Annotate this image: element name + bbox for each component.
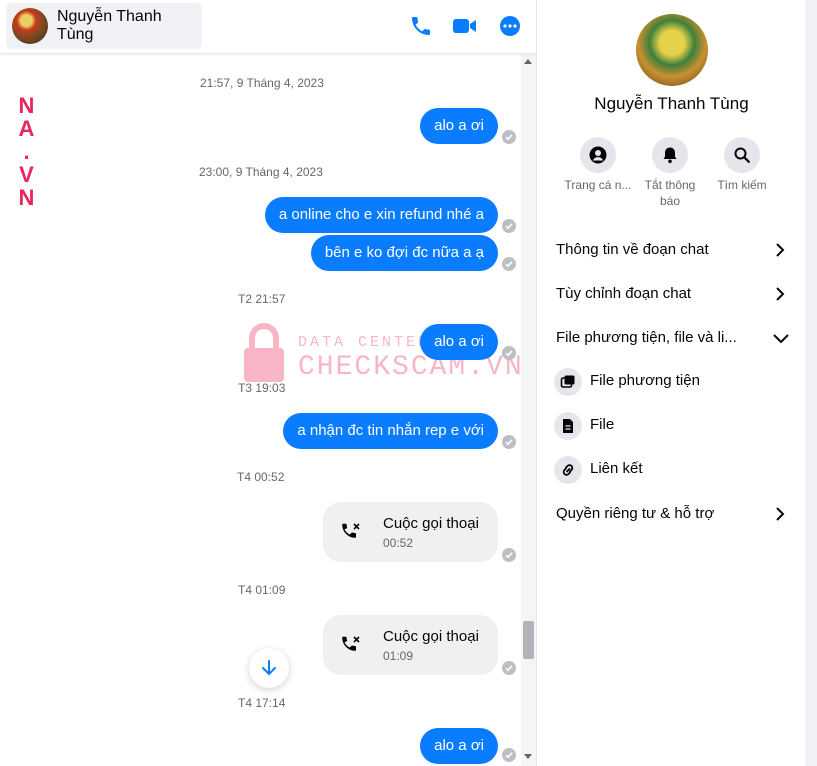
voice-call-card[interactable]: Cuộc gọi thoại 01:09 [323,615,498,675]
bell-icon [663,147,677,164]
avatar[interactable] [12,8,48,44]
section-label: Thông tin về đoạn chat [556,241,709,258]
files-item[interactable]: File [554,412,786,444]
timestamp: T4 17:14 [238,696,286,710]
section-label: File phương tiện, file và li... [556,329,737,346]
message-bubble[interactable]: a nhận đc tin nhắn rep e với [283,413,498,449]
chevron-right-icon [776,507,785,521]
timestamp: 21:57, 9 Tháng 4, 2023 [200,76,324,90]
scroll-up-arrow-icon[interactable] [524,59,532,64]
seen-check-icon [502,435,516,449]
watermark-side-text: N A . V N [18,93,36,210]
more-icon[interactable] [498,14,522,38]
seen-check-icon [502,661,516,675]
missed-call-icon [342,636,360,651]
timestamp: T2 21:57 [238,292,286,306]
bell-icon-wrap [652,137,688,173]
window-edge [805,0,817,766]
timestamp: T4 00:52 [237,470,285,484]
timestamp: T4 01:09 [238,583,286,597]
call-duration: 01:09 [383,649,414,663]
privacy-support-section[interactable]: Quyền riêng tư & hỗ trợ [556,502,788,526]
chat-info-section[interactable]: Thông tin về đoạn chat [556,238,788,262]
links-item[interactable]: Liên kết [554,456,786,488]
section-label: Quyền riêng tư & hỗ trợ [556,505,715,522]
profile-button[interactable]: Trang cá n... [562,137,634,193]
missed-call-icon [342,523,360,538]
conversation-info-panel: Nguyễn Thanh Tùng Trang cá n... Tắt thôn… [538,0,805,766]
message-bubble[interactable]: alo a ơi [420,324,498,360]
message-bubble[interactable]: bên e ko đợi đc nữa a ạ [310,235,498,271]
chat-panel: Nguyễn Thanh Tùng N A . V N DATA CENTER [0,0,537,766]
timestamp: T3 19:03 [238,381,286,395]
seen-check-icon [502,130,516,144]
chevron-right-icon [776,287,785,301]
scrollbar[interactable] [521,54,536,766]
watermark-small-text: DATA CENTER [298,334,431,351]
media-files-section[interactable]: File phương tiện, file và li... [556,326,789,350]
scroll-down-arrow-icon[interactable] [524,754,532,759]
chevron-down-icon [773,334,789,344]
message-bubble[interactable]: alo a ơi [420,108,498,144]
media-icon [554,368,582,396]
action-label: Trang cá n... [564,178,632,192]
file-icon [554,412,582,440]
links-label: Liên kết [590,460,643,477]
messenger-window: Nguyễn Thanh Tùng N A . V N DATA CENTER [0,0,817,766]
timestamp: 23:00, 9 Tháng 4, 2023 [199,165,323,179]
section-label: Tùy chỉnh đoạn chat [556,285,692,302]
message-bubble[interactable]: alo a ơi [420,728,498,764]
search-icon [734,147,750,163]
customize-chat-section[interactable]: Tùy chỉnh đoạn chat [556,282,788,306]
action-label: Tìm kiếm [717,178,767,192]
action-label: Tắt thông báo [644,178,696,208]
profile-icon-wrap [580,137,616,173]
contact-name[interactable]: Nguyễn Thanh Tùng [57,8,202,44]
media-item[interactable]: File phương tiện [554,368,786,400]
media-label: File phương tiện [590,372,700,389]
files-label: File [590,416,615,433]
seen-check-icon [502,548,516,562]
seen-check-icon [502,257,516,271]
arrow-down-icon [262,660,276,676]
call-title: Cuộc gọi thoại [383,628,479,645]
chevron-right-icon [776,243,785,257]
seen-check-icon [502,219,516,233]
contact-name: Nguyễn Thanh Tùng [594,94,749,113]
profile-icon [589,146,607,164]
message-bubble[interactable]: a online cho e xin refund nhé a [264,197,498,233]
video-icon[interactable] [452,14,478,38]
avatar[interactable] [636,14,708,86]
chat-header: Nguyễn Thanh Tùng [0,0,536,54]
link-icon [554,456,582,484]
voice-call-card[interactable]: Cuộc gọi thoại 00:52 [323,502,498,562]
scroll-to-bottom-button[interactable] [249,648,289,688]
lock-icon [244,323,284,382]
phone-icon[interactable] [409,14,433,38]
call-duration: 00:52 [383,536,414,550]
mute-button[interactable]: Tắt thông báo [634,137,706,209]
contact-chip[interactable]: Nguyễn Thanh Tùng [6,3,202,49]
search-button[interactable]: Tìm kiếm [706,137,778,193]
call-title: Cuộc gọi thoại [383,515,479,532]
search-icon-wrap [724,137,760,173]
seen-check-icon [502,748,516,762]
seen-check-icon [502,346,516,360]
scroll-thumb[interactable] [523,621,534,659]
